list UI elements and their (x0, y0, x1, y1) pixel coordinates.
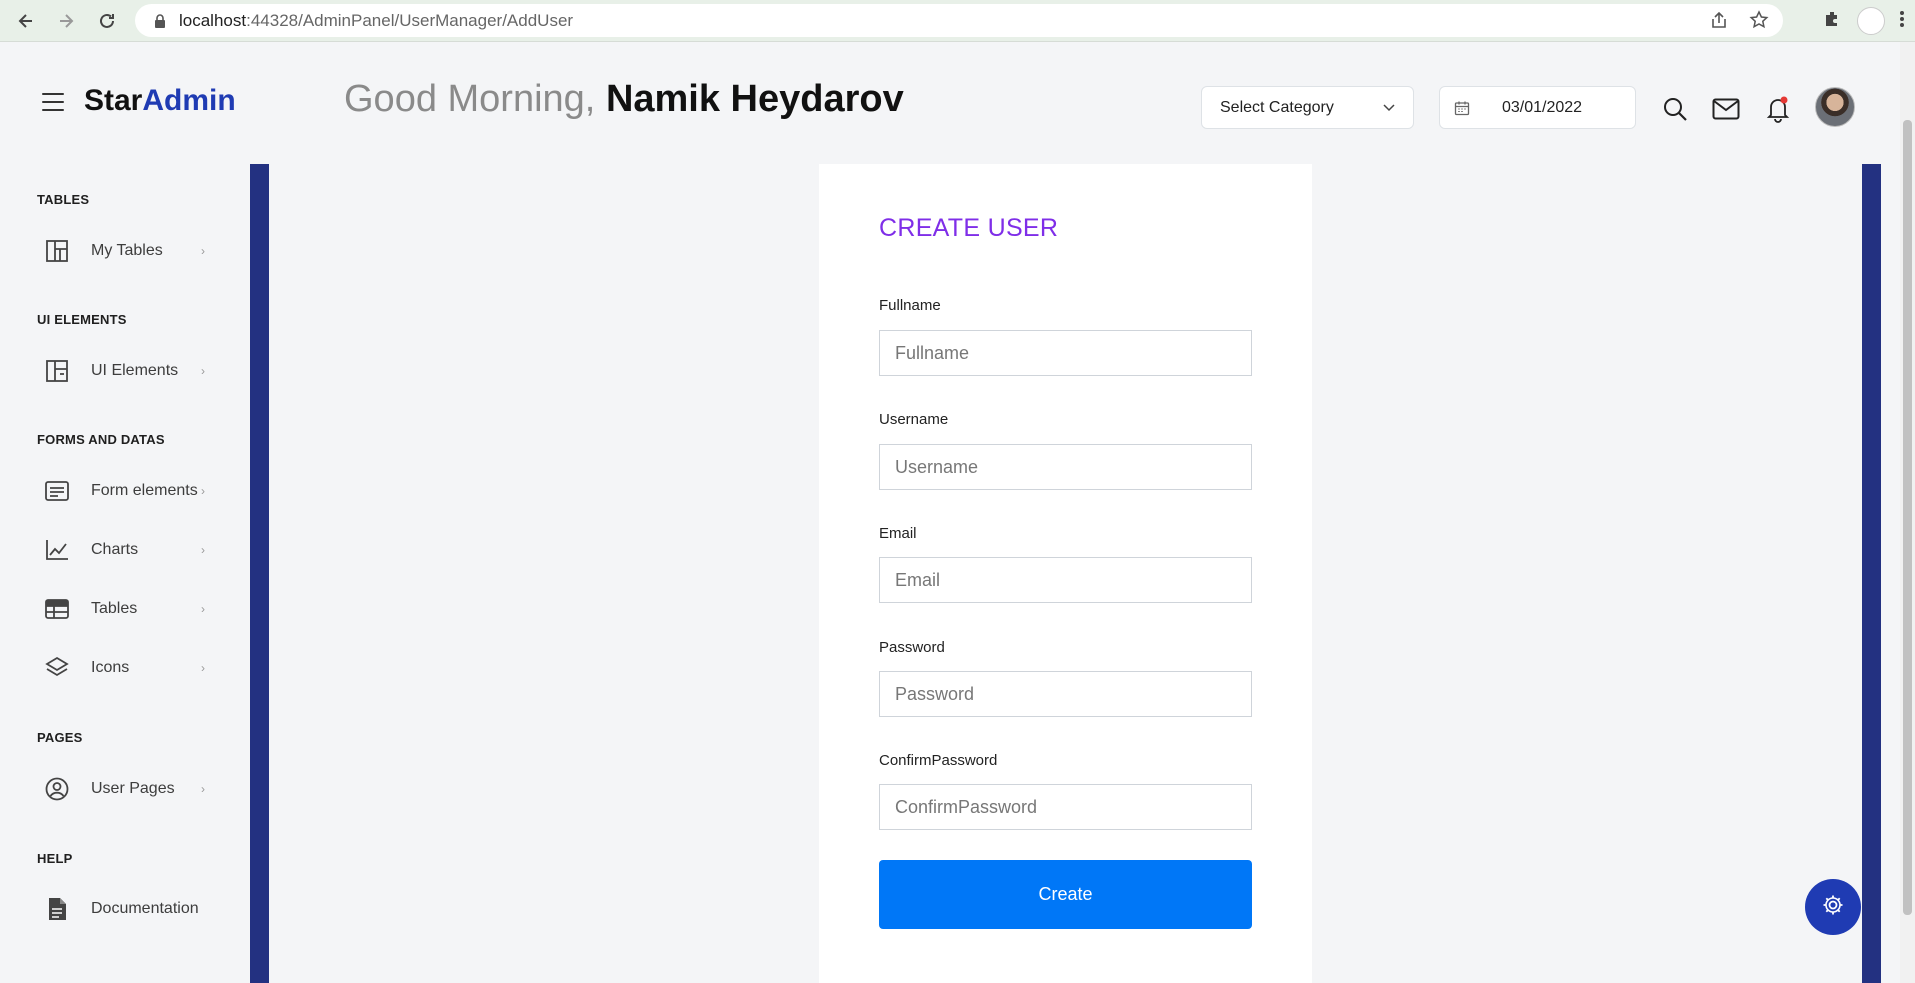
profile-avatar[interactable] (1857, 7, 1885, 35)
address-bar[interactable]: localhost:44328/AdminPanel/UserManager/A… (135, 4, 1783, 37)
app-header: StarAdmin Good Morning, Namik Heydarov S… (0, 42, 1900, 164)
layout-icon (45, 359, 69, 383)
chevron-right-icon: › (201, 543, 205, 557)
sidebar-section-help: HELP (37, 851, 73, 866)
chart-line-icon (45, 538, 69, 562)
gear-icon (1822, 894, 1844, 921)
sidebar-item-form-elements[interactable]: Form elements › (45, 474, 205, 508)
brand-star: Star (84, 84, 143, 117)
brand-logo[interactable]: StarAdmin (84, 84, 236, 118)
sidebar-item-tables[interactable]: Tables › (45, 592, 205, 626)
search-icon[interactable] (1660, 94, 1690, 124)
page-scrollbar[interactable] (1900, 42, 1915, 983)
bookmark-star-icon[interactable] (1749, 10, 1769, 35)
document-icon (45, 897, 69, 921)
layers-icon (45, 656, 69, 680)
url-host: localhost (179, 10, 247, 30)
sidebar-item-label: UI Elements (91, 362, 179, 379)
email-input[interactable] (879, 557, 1252, 603)
table-icon (45, 597, 69, 621)
menu-toggle-icon[interactable] (42, 93, 64, 111)
category-select[interactable]: Select Category (1201, 86, 1414, 129)
chevron-right-icon: › (201, 782, 205, 796)
sidebar-item-label: Form elements (91, 482, 198, 499)
create-button[interactable]: Create (879, 860, 1252, 929)
sidebar-item-my-tables[interactable]: My Tables › (45, 234, 205, 268)
sidebar-item-label: My Tables (91, 242, 163, 259)
reload-icon[interactable] (87, 1, 127, 41)
create-user-card: CREATE USER Fullname Username Email Pass… (819, 164, 1312, 983)
extensions-icon[interactable] (1823, 9, 1843, 34)
fullname-label: Fullname (879, 297, 941, 314)
chevron-right-icon: › (201, 364, 205, 378)
category-select-value: Select Category (1220, 98, 1334, 116)
scrollbar-thumb[interactable] (1903, 120, 1912, 915)
sidebar-item-label: Icons (91, 659, 130, 676)
greeting: Good Morning, Namik Heydarov (344, 78, 904, 121)
back-icon[interactable] (6, 1, 46, 41)
chevron-down-icon (1383, 99, 1395, 117)
url-text: localhost:44328/AdminPanel/UserManager/A… (179, 11, 573, 31)
chevron-right-icon: › (201, 602, 205, 616)
sidebar-item-documentation[interactable]: Documentation (45, 892, 205, 926)
date-picker[interactable]: 03/01/2022 (1439, 86, 1636, 129)
chevron-right-icon: › (201, 484, 205, 498)
fullname-input[interactable] (879, 330, 1252, 376)
sidebar-section-ui-elements: UI ELEMENTS (37, 312, 127, 327)
user-avatar[interactable] (1815, 87, 1855, 127)
sidebar-item-charts[interactable]: Charts › (45, 533, 205, 567)
user-circle-icon (45, 777, 69, 801)
calendar-icon (1454, 100, 1470, 116)
form-icon (45, 479, 69, 503)
username-label: Username (879, 411, 949, 428)
sidebar-item-user-pages[interactable]: User Pages › (45, 772, 205, 806)
chevron-right-icon: › (201, 244, 205, 258)
sidebar-item-label: Documentation (91, 900, 199, 917)
sidebar-item-label: Charts (91, 541, 139, 558)
notification-bell-icon[interactable] (1763, 94, 1793, 124)
settings-button[interactable] (1805, 879, 1861, 935)
confirm-password-input[interactable] (879, 784, 1252, 830)
forward-icon[interactable] (46, 1, 86, 41)
sidebar-item-ui-elements[interactable]: UI Elements › (45, 354, 205, 388)
table-layout-icon (45, 239, 69, 263)
sidebar-item-label: User Pages (91, 780, 175, 797)
more-menu-icon[interactable] (1899, 9, 1905, 34)
username-input[interactable] (879, 444, 1252, 490)
sidebar-section-pages: PAGES (37, 730, 83, 745)
date-value: 03/01/2022 (1502, 98, 1583, 116)
password-input[interactable] (879, 671, 1252, 717)
url-path: :44328/AdminPanel/UserManager/AddUser (246, 10, 574, 30)
chevron-right-icon: › (201, 661, 205, 675)
share-icon[interactable] (1709, 10, 1729, 35)
sidebar-item-label: Tables (91, 600, 138, 617)
confirm-password-label: ConfirmPassword (879, 752, 998, 769)
lock-icon (151, 12, 169, 30)
user-name: Namik Heydarov (605, 78, 904, 120)
content-left-stripe (250, 164, 269, 983)
content-right-stripe (1862, 164, 1881, 983)
greeting-text: Good Morning, (344, 78, 596, 120)
sidebar-section-forms-and-datas: FORMS AND DATAS (37, 432, 165, 447)
sidebar: TABLES My Tables › UI ELEMENTS UI Elemen… (0, 164, 250, 983)
email-label: Email (879, 525, 917, 542)
sidebar-section-tables: TABLES (37, 192, 90, 207)
form-title: CREATE USER (879, 214, 1059, 242)
brand-admin: Admin (142, 84, 236, 117)
browser-toolbar: localhost:44328/AdminPanel/UserManager/A… (0, 0, 1915, 42)
sidebar-item-icons[interactable]: Icons › (45, 651, 205, 685)
mail-icon[interactable] (1711, 94, 1741, 124)
password-label: Password (879, 639, 945, 656)
